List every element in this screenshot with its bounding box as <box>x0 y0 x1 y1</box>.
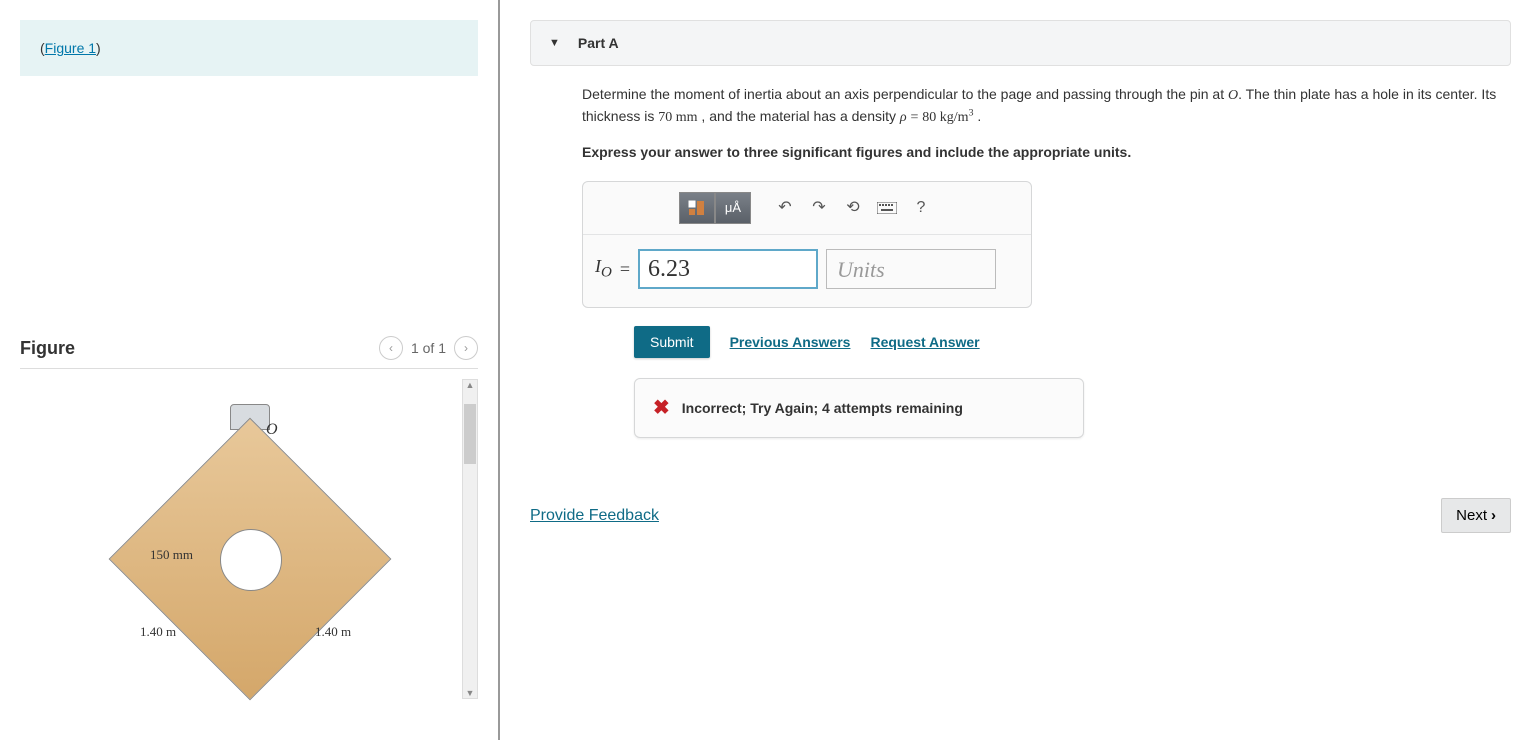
reset-icon[interactable]: ⟲ <box>839 196 867 220</box>
diagram-hole-radius: 150 mm <box>150 547 193 563</box>
figure-prev-button[interactable]: ‹ <box>379 336 403 360</box>
units-input[interactable]: Units <box>826 249 996 289</box>
provide-feedback-link[interactable]: Provide Feedback <box>530 507 659 525</box>
answer-variable: IO <box>595 253 612 284</box>
collapse-icon: ▼ <box>549 37 560 49</box>
diagram-side-right: 1.40 m <box>315 624 351 640</box>
instruction-text: Express your answer to three significant… <box>582 142 1505 163</box>
request-answer-link[interactable]: Request Answer <box>870 332 979 353</box>
next-button[interactable]: Next› <box>1441 498 1511 533</box>
question-text: Determine the moment of inertia about an… <box>582 84 1505 128</box>
feedback-text: Incorrect; Try Again; 4 attempts remaini… <box>682 398 963 419</box>
part-title: Part A <box>578 35 619 51</box>
figure-pager: ‹ 1 of 1 › <box>379 336 478 360</box>
figure-next-button[interactable]: › <box>454 336 478 360</box>
feedback-box: ✖ Incorrect; Try Again; 4 attempts remai… <box>634 378 1084 438</box>
figure-diagram: O 150 mm 1.40 m 1.40 m <box>20 379 462 699</box>
answer-toolbar: μÅ ↶ ↷ ⟲ ? <box>583 182 1031 235</box>
value-input[interactable] <box>638 249 818 289</box>
figure-link[interactable]: Figure 1 <box>45 40 96 56</box>
figure-reference-box: (Figure 1) <box>20 20 478 76</box>
submit-button[interactable]: Submit <box>634 326 710 358</box>
part-header[interactable]: ▼ Part A <box>530 20 1511 66</box>
diagram-point-o: O <box>266 421 278 439</box>
figure-scrollbar[interactable]: ▲ ▼ <box>462 379 478 699</box>
help-icon[interactable]: ? <box>907 196 935 220</box>
answer-box: μÅ ↶ ↷ ⟲ ? IO = Units <box>582 181 1032 308</box>
equals-sign: = <box>620 256 630 283</box>
scroll-up-icon[interactable]: ▲ <box>466 380 475 390</box>
diagram-side-left: 1.40 m <box>140 624 176 640</box>
figure-pager-text: 1 of 1 <box>411 340 446 356</box>
undo-icon[interactable]: ↶ <box>771 196 799 220</box>
incorrect-icon: ✖ <box>653 393 670 423</box>
template-icon <box>688 200 706 216</box>
keyboard-icon[interactable] <box>873 196 901 220</box>
template-button[interactable] <box>679 192 715 224</box>
scroll-thumb[interactable] <box>464 404 476 464</box>
redo-icon[interactable]: ↷ <box>805 196 833 220</box>
scroll-down-icon[interactable]: ▼ <box>466 688 475 698</box>
units-button[interactable]: μÅ <box>715 192 751 224</box>
figure-section-title: Figure <box>20 338 75 359</box>
previous-answers-link[interactable]: Previous Answers <box>730 332 851 353</box>
chevron-right-icon: › <box>1491 507 1496 524</box>
